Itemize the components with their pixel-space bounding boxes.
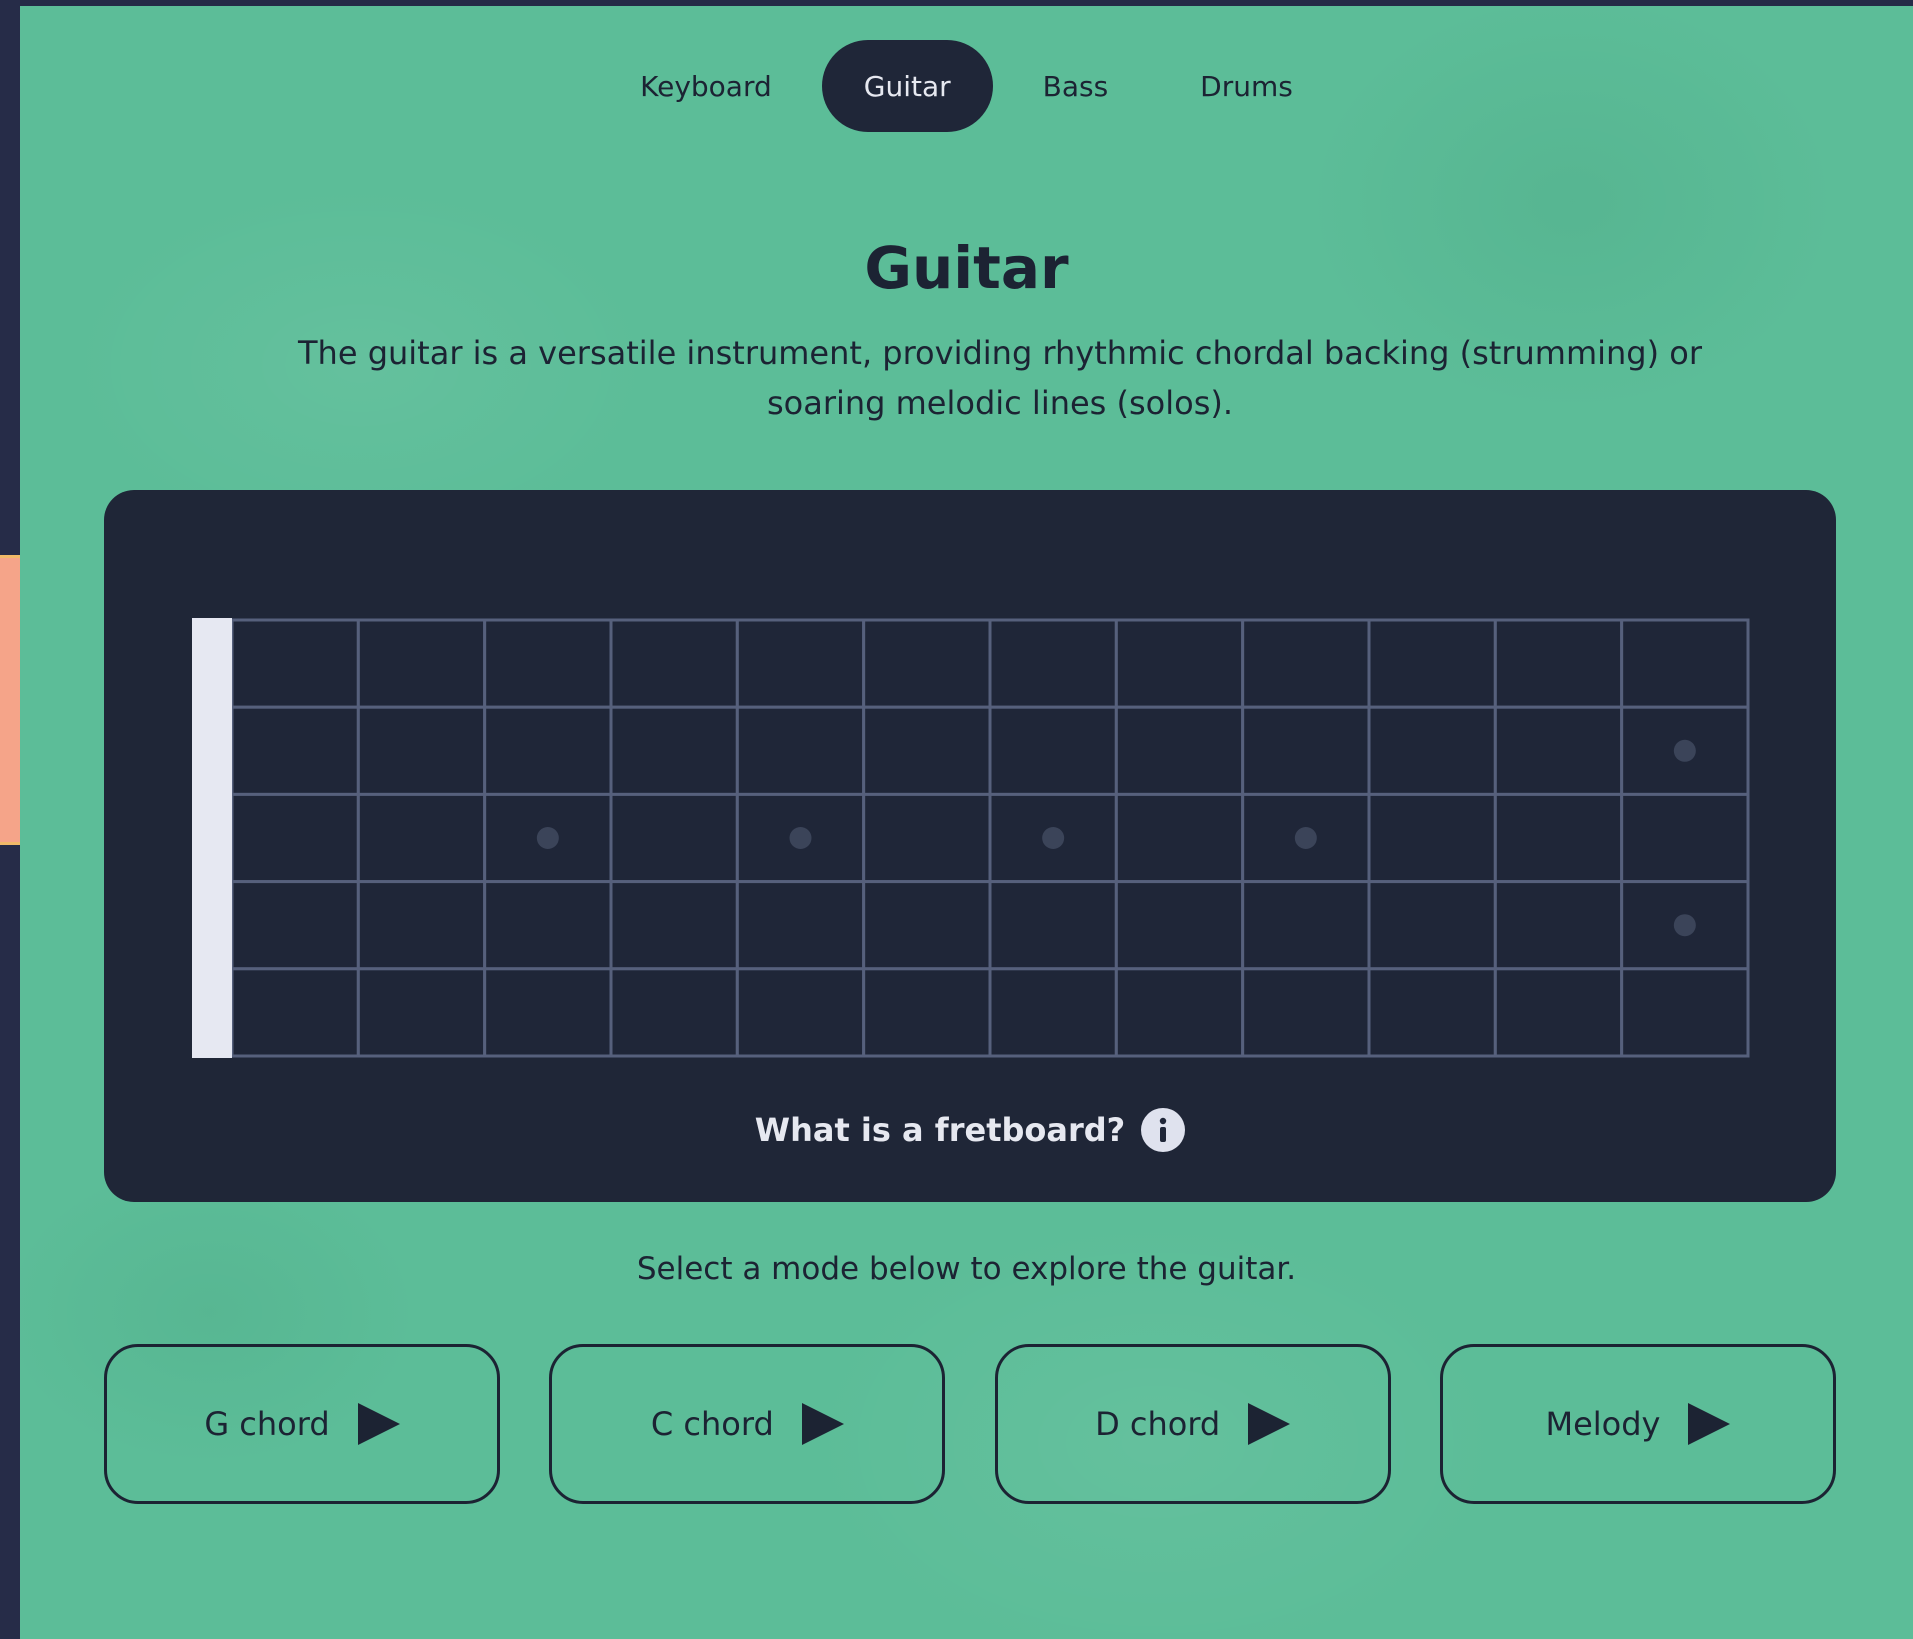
page-description: The guitar is a versatile instrument, pr…: [298, 334, 1702, 422]
fret-cell: [988, 618, 1118, 709]
play-icon: [1248, 1403, 1291, 1445]
fret-cell: [230, 792, 360, 884]
fret-cell: [356, 618, 487, 709]
fret-cell: [609, 880, 739, 971]
play-icon: [1688, 1403, 1731, 1445]
fret-marker-dot: [1673, 914, 1696, 937]
fretboard-help-label[interactable]: What is a fretboard?: [755, 1111, 1125, 1149]
g-chord-button[interactable]: G chord: [104, 1344, 500, 1504]
fret-cell: [1114, 880, 1245, 971]
fret-cell: [1620, 967, 1750, 1058]
tab-bass[interactable]: Bass: [1001, 40, 1151, 132]
fret-cell: [483, 967, 613, 1058]
fret-cell: [609, 618, 739, 709]
page-title: Guitar: [864, 234, 1069, 302]
fret-cell: [862, 967, 992, 1058]
tab-guitar[interactable]: Guitar: [821, 40, 993, 132]
play-icon: [801, 1403, 844, 1445]
fret-cell: [1114, 792, 1245, 884]
instrument-tabs: Keyboard Guitar Bass Drums: [20, 40, 1913, 132]
fret-cell: [1114, 967, 1245, 1058]
g-chord-label: G chord: [204, 1405, 330, 1443]
fret-cell: [988, 705, 1118, 796]
fret-cell: [356, 880, 487, 971]
fret-cell: [1493, 967, 1624, 1058]
fret-marker-dot: [789, 827, 812, 849]
fret-cell: [862, 705, 992, 796]
fret-cell: [356, 792, 487, 884]
fret-cell: [230, 967, 360, 1058]
info-icon[interactable]: [1141, 1108, 1186, 1152]
main-panel: Keyboard Guitar Bass Drums Guitar The gu…: [20, 6, 1913, 1639]
fret-cell: [356, 967, 487, 1058]
fret-cell: [1241, 967, 1371, 1058]
c-chord-button[interactable]: C chord: [549, 1344, 946, 1504]
fret-cell: [1241, 618, 1371, 709]
fret-cell: [1114, 618, 1245, 709]
fretboard-nut: [192, 618, 232, 1058]
fret-cell: [735, 618, 866, 709]
mode-instruction: Select a mode below to explore the guita…: [636, 1251, 1297, 1287]
fretboard-help[interactable]: What is a fretboard?: [104, 1108, 1836, 1152]
fret-cell: [483, 880, 613, 971]
melody-button[interactable]: Melody: [1439, 1344, 1836, 1504]
fret-cell: [609, 967, 739, 1058]
fret-cell: [1241, 705, 1371, 796]
fret-cell: [609, 705, 739, 796]
fret-cell: [1367, 618, 1497, 709]
fret-cell: [1367, 792, 1497, 884]
fret-cell: [735, 880, 866, 971]
fretboard[interactable]: [192, 618, 1752, 1058]
fret-marker-dot: [1294, 827, 1317, 849]
fret-cell: [609, 792, 739, 884]
melody-label: Melody: [1545, 1405, 1661, 1443]
fret-cell: [1367, 880, 1497, 971]
fret-cell: [483, 618, 613, 709]
fret-cell: [1114, 705, 1245, 796]
tab-drums[interactable]: Drums: [1158, 40, 1335, 132]
fret-cell: [862, 880, 992, 971]
fret-cell: [735, 705, 866, 796]
fret-cell: [1493, 705, 1624, 796]
fret-cell: [230, 880, 360, 971]
fret-cell: [862, 618, 992, 709]
fret-cell: [1493, 880, 1624, 971]
fret-marker-dot: [536, 827, 559, 849]
fret-cell: [1493, 792, 1624, 884]
fret-cell: [1367, 967, 1497, 1058]
c-chord-label: C chord: [650, 1405, 774, 1443]
fret-cell: [862, 792, 992, 884]
fret-cell: [356, 705, 487, 796]
fret-cell: [230, 705, 360, 796]
fret-cell: [1620, 618, 1750, 709]
fret-cell: [1241, 880, 1371, 971]
tab-keyboard[interactable]: Keyboard: [598, 40, 814, 132]
d-chord-label: D chord: [1095, 1405, 1221, 1443]
sidebar-active-indicator: [0, 555, 20, 845]
fret-marker-dot: [1673, 739, 1696, 762]
fret-cell: [1367, 705, 1497, 796]
fret-cell: [988, 967, 1118, 1058]
fretboard-card: What is a fretboard?: [104, 490, 1836, 1202]
fret-cell: [230, 618, 360, 709]
mode-buttons: G chord C chord D chord Melody: [104, 1344, 1836, 1504]
fret-cell: [988, 880, 1118, 971]
fret-cell: [735, 967, 866, 1058]
fret-marker-dot: [1042, 827, 1065, 849]
fret-cell: [483, 705, 613, 796]
d-chord-button[interactable]: D chord: [994, 1344, 1391, 1504]
play-icon: [357, 1403, 400, 1445]
fret-cell: [1620, 792, 1750, 884]
fret-cell: [1493, 618, 1624, 709]
